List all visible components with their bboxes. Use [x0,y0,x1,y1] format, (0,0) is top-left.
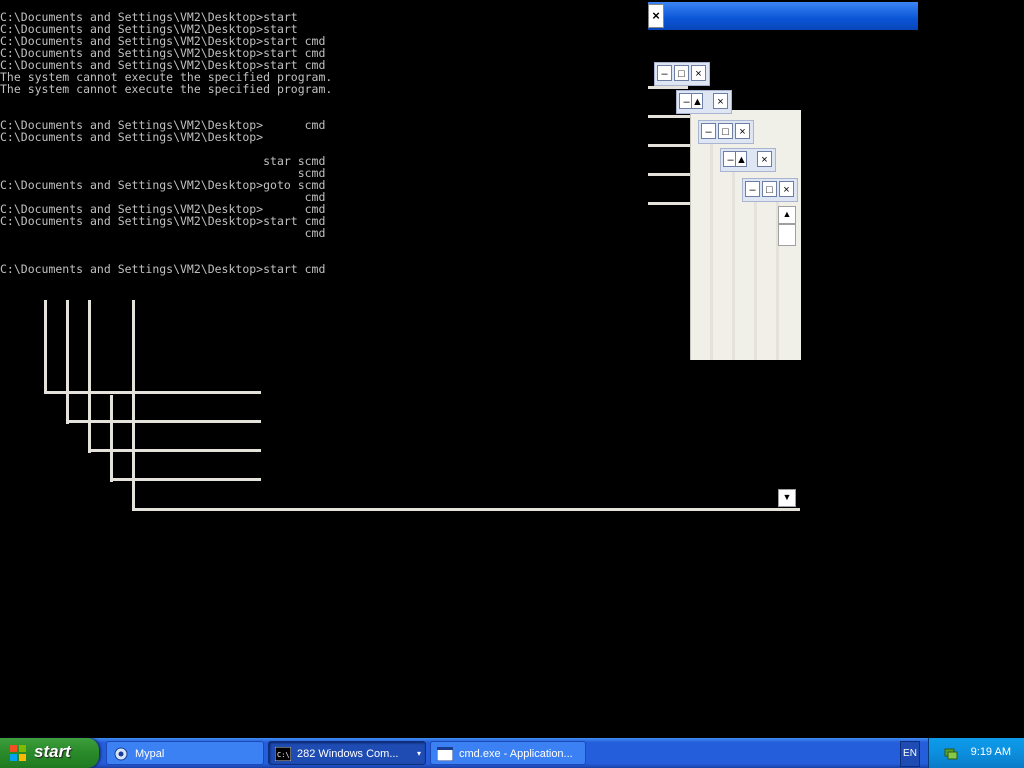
console-output: C:\Documents and Settings\VM2\Desktop>st… [0,11,332,275]
window-edge [44,300,47,394]
window-edge [88,300,91,453]
network-icon[interactable] [944,746,958,760]
close-icon: × [761,154,768,166]
taskbar-item-label: 282 Windows Com... [297,748,399,760]
close-button[interactable]: × [735,123,750,139]
minimize-icon: – [705,126,712,138]
system-tray: 9:19 AM [928,738,1024,768]
minimize-icon: – [683,96,690,108]
close-button[interactable]: × [779,181,794,197]
window-edge [44,391,261,394]
windows-logo-icon [10,745,26,761]
window-controls: – □ × [654,62,710,86]
close-icon: × [717,96,724,108]
window-edge [648,86,688,89]
scroll-down-icon: ▼ [782,492,792,502]
scroll-up-icon: ▲ [736,154,747,166]
close-icon: × [739,126,746,138]
console-line: The system cannot execute the specified … [0,82,333,96]
language-indicator[interactable]: EN [900,741,920,767]
window-edge [110,395,113,482]
close-button[interactable]: × [648,4,664,28]
maximize-icon: □ [678,68,685,80]
window-edge [110,478,261,481]
svg-text:C:\: C:\ [277,751,290,759]
close-button[interactable]: × [757,151,772,167]
minimize-icon: – [727,154,734,166]
taskbar-item-label: cmd.exe - Application... [459,748,573,760]
minimize-button[interactable]: – [701,123,716,139]
window-edge [710,140,713,360]
taskbar: start Mypal C:\ 282 Windows Com... ▾ cmd… [0,738,1024,768]
window-controls: – ▲ × [676,90,732,114]
window-edge [754,200,757,360]
start-label: start [34,742,71,761]
chevron-down-icon[interactable]: ▾ [417,742,421,764]
taskbar-item-windows-command[interactable]: C:\ 282 Windows Com... ▾ [268,741,426,765]
console-line: cmd [0,226,326,240]
close-button[interactable]: × [691,65,706,81]
scroll-up-button[interactable]: ▲ [735,151,747,167]
scroll-up-icon: ▲ [782,209,792,219]
maximize-icon: □ [766,184,773,196]
window-controls: – □ × [698,120,754,144]
start-button[interactable]: start [0,738,99,768]
close-icon: × [695,68,702,80]
window-icon [437,747,453,761]
window-edge [66,420,261,423]
maximize-button[interactable]: □ [718,123,733,139]
close-icon: × [783,184,790,196]
close-icon: × [652,8,660,23]
taskbar-item-label: Mypal [135,748,165,760]
taskbar-item-mypal[interactable]: Mypal [106,741,264,765]
maximize-icon: □ [722,126,729,138]
window-edge [66,300,69,424]
window-edge [648,115,694,118]
window-titlebar[interactable] [648,2,918,30]
taskbar-item-cmd-app[interactable]: cmd.exe - Application... [430,741,586,765]
window-controls: – □ × [742,178,798,202]
scroll-up-button[interactable]: ▲ [778,206,796,224]
minimize-button[interactable]: – [745,181,760,197]
minimize-button[interactable]: – [657,65,672,81]
console-line: C:\Documents and Settings\VM2\Desktop>st… [0,262,326,276]
window-edge [132,508,800,511]
scrollbar-thumb[interactable] [778,224,796,246]
console-line: C:\Documents and Settings\VM2\Desktop> [0,130,264,144]
clock[interactable]: 9:19 AM [971,746,1011,758]
minimize-icon: – [749,184,756,196]
scroll-up-icon: ▲ [692,96,703,108]
window-edge [732,170,735,360]
maximize-button[interactable]: □ [762,181,777,197]
maximize-button[interactable]: □ [674,65,689,81]
window-edge [88,449,261,452]
scroll-up-button[interactable]: ▲ [691,93,703,109]
cmd-icon: C:\ [275,747,291,761]
scroll-down-button[interactable]: ▼ [778,489,796,507]
mypal-icon [114,747,128,761]
window-controls: – ▲ × [720,148,776,172]
minimize-icon: – [661,68,668,80]
close-button[interactable]: × [713,93,728,109]
